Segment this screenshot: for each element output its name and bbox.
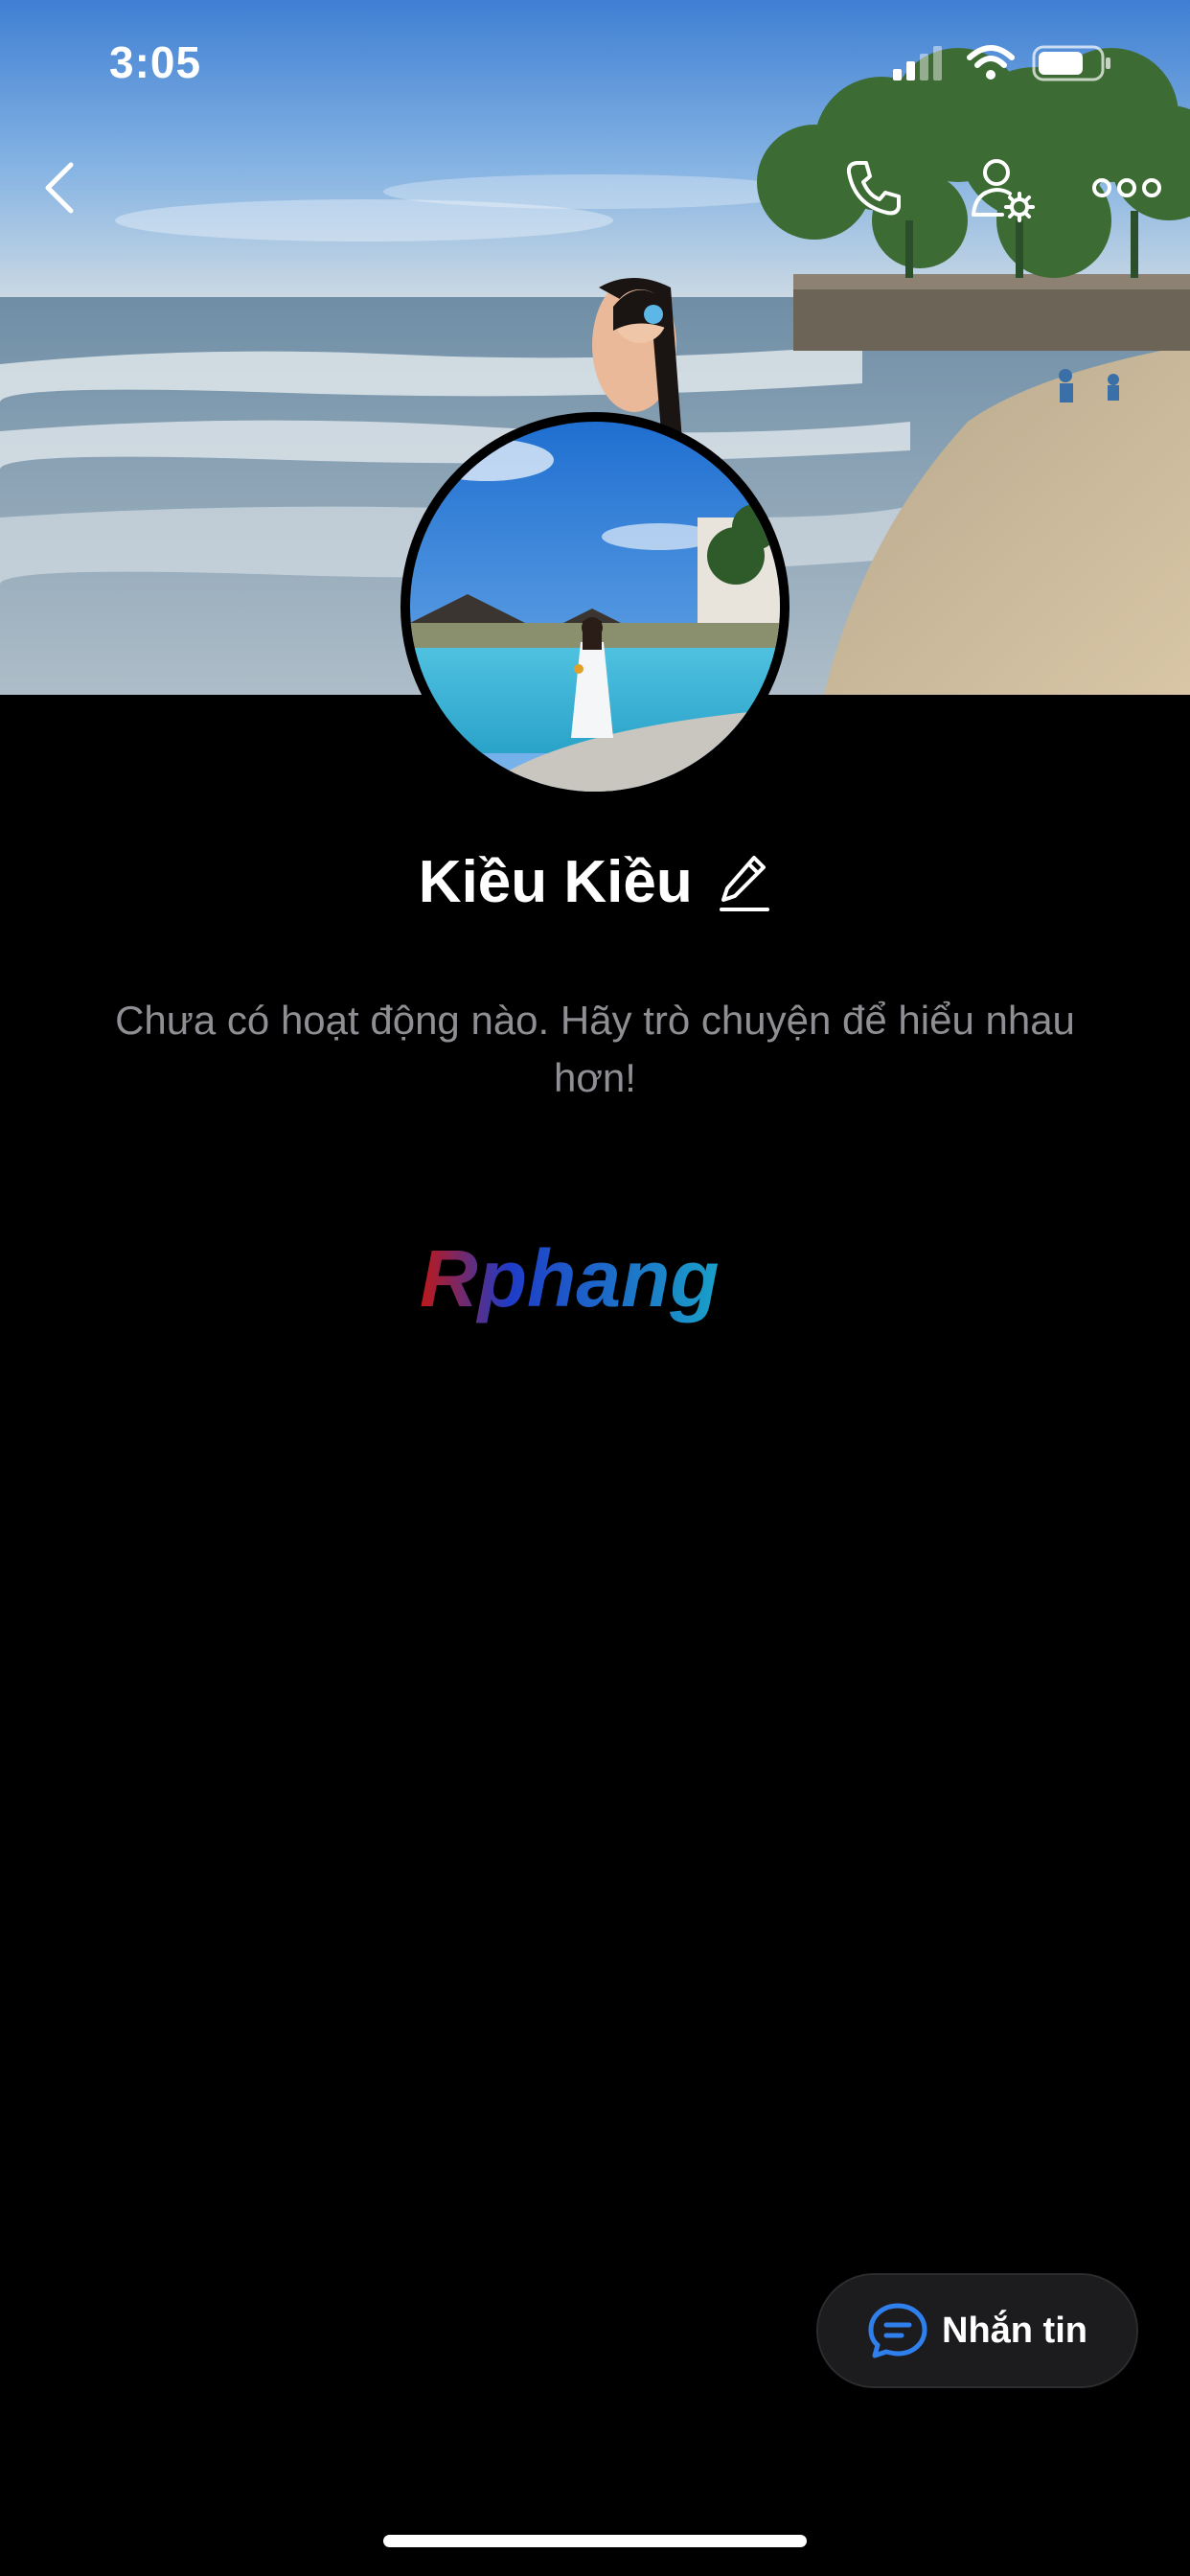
- status-bar: 3:05: [0, 0, 1190, 134]
- more-button[interactable]: [1092, 171, 1161, 205]
- wifi-icon: [967, 45, 1015, 80]
- watermark-logo: Rphang: [412, 1231, 786, 1337]
- home-indicator: [383, 2535, 807, 2547]
- user-settings-button[interactable]: [970, 155, 1035, 222]
- message-button-label: Nhắn tin: [942, 2310, 1087, 2351]
- call-button[interactable]: [843, 157, 904, 218]
- chevron-left-icon: [45, 162, 74, 214]
- profile-name: Kiều Kiều: [418, 849, 693, 915]
- empty-activity-message: Chưa có hoạt động nào. Hãy trò chuyện để…: [115, 998, 1075, 1100]
- avatar-image: [410, 422, 780, 792]
- battery-icon: [1032, 45, 1110, 81]
- signal-bars-icon: [893, 46, 942, 80]
- phone-icon: [846, 161, 901, 216]
- more-dots-icon: [1092, 178, 1161, 197]
- avatar[interactable]: [400, 412, 790, 801]
- watermark-text: Rphang: [420, 1233, 720, 1323]
- message-button[interactable]: Nhắn tin: [816, 2273, 1138, 2388]
- status-icons: [893, 42, 1123, 84]
- pencil-icon[interactable]: [718, 852, 771, 913]
- user-settings-icon: [972, 159, 1035, 222]
- status-time: 3:05: [109, 37, 202, 87]
- back-button[interactable]: [36, 153, 82, 222]
- chat-bubble-icon: [868, 2303, 927, 2358]
- profile-name-row: Kiều Kiều: [0, 848, 1190, 916]
